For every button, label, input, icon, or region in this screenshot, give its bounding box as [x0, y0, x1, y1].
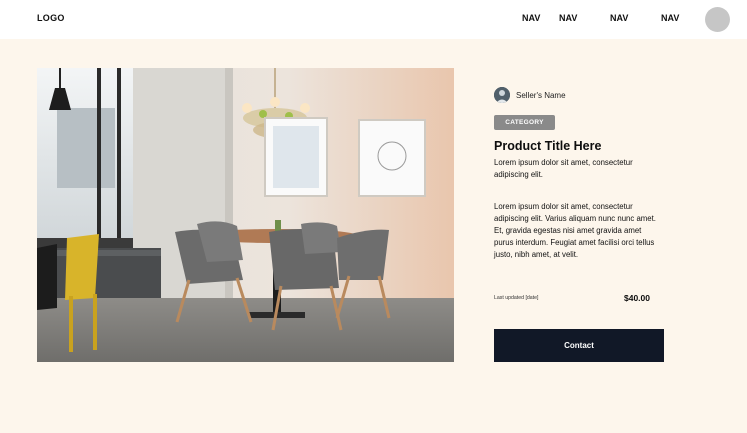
profile-avatar-icon[interactable] [705, 7, 730, 32]
last-updated: Last updated [date] [494, 295, 539, 301]
nav-item-4[interactable]: NAV [661, 13, 679, 23]
short-description: Lorem ipsum dolor sit amet, consectetur … [494, 158, 633, 179]
seller-name: Seller's Name [516, 90, 566, 100]
dining-room-illustration [37, 68, 454, 362]
product-image [37, 68, 454, 362]
logo[interactable]: LOGO [37, 13, 65, 23]
category-badge: CATEGORY [494, 115, 555, 130]
product-title: Product Title Here [494, 139, 602, 153]
nav-item-2[interactable]: NAV [559, 13, 577, 23]
contact-button[interactable]: Contact [494, 329, 664, 362]
header: LOGO NAV NAV NAV NAV [0, 0, 747, 39]
nav-item-1[interactable]: NAV [522, 13, 540, 23]
price: $40.00 [624, 293, 650, 303]
seller-avatar-icon [494, 87, 510, 103]
seller[interactable]: Seller's Name [494, 86, 566, 104]
long-description: Lorem ipsum dolor sit amet, consectetur … [494, 202, 656, 259]
nav-item-3[interactable]: NAV [610, 13, 628, 23]
